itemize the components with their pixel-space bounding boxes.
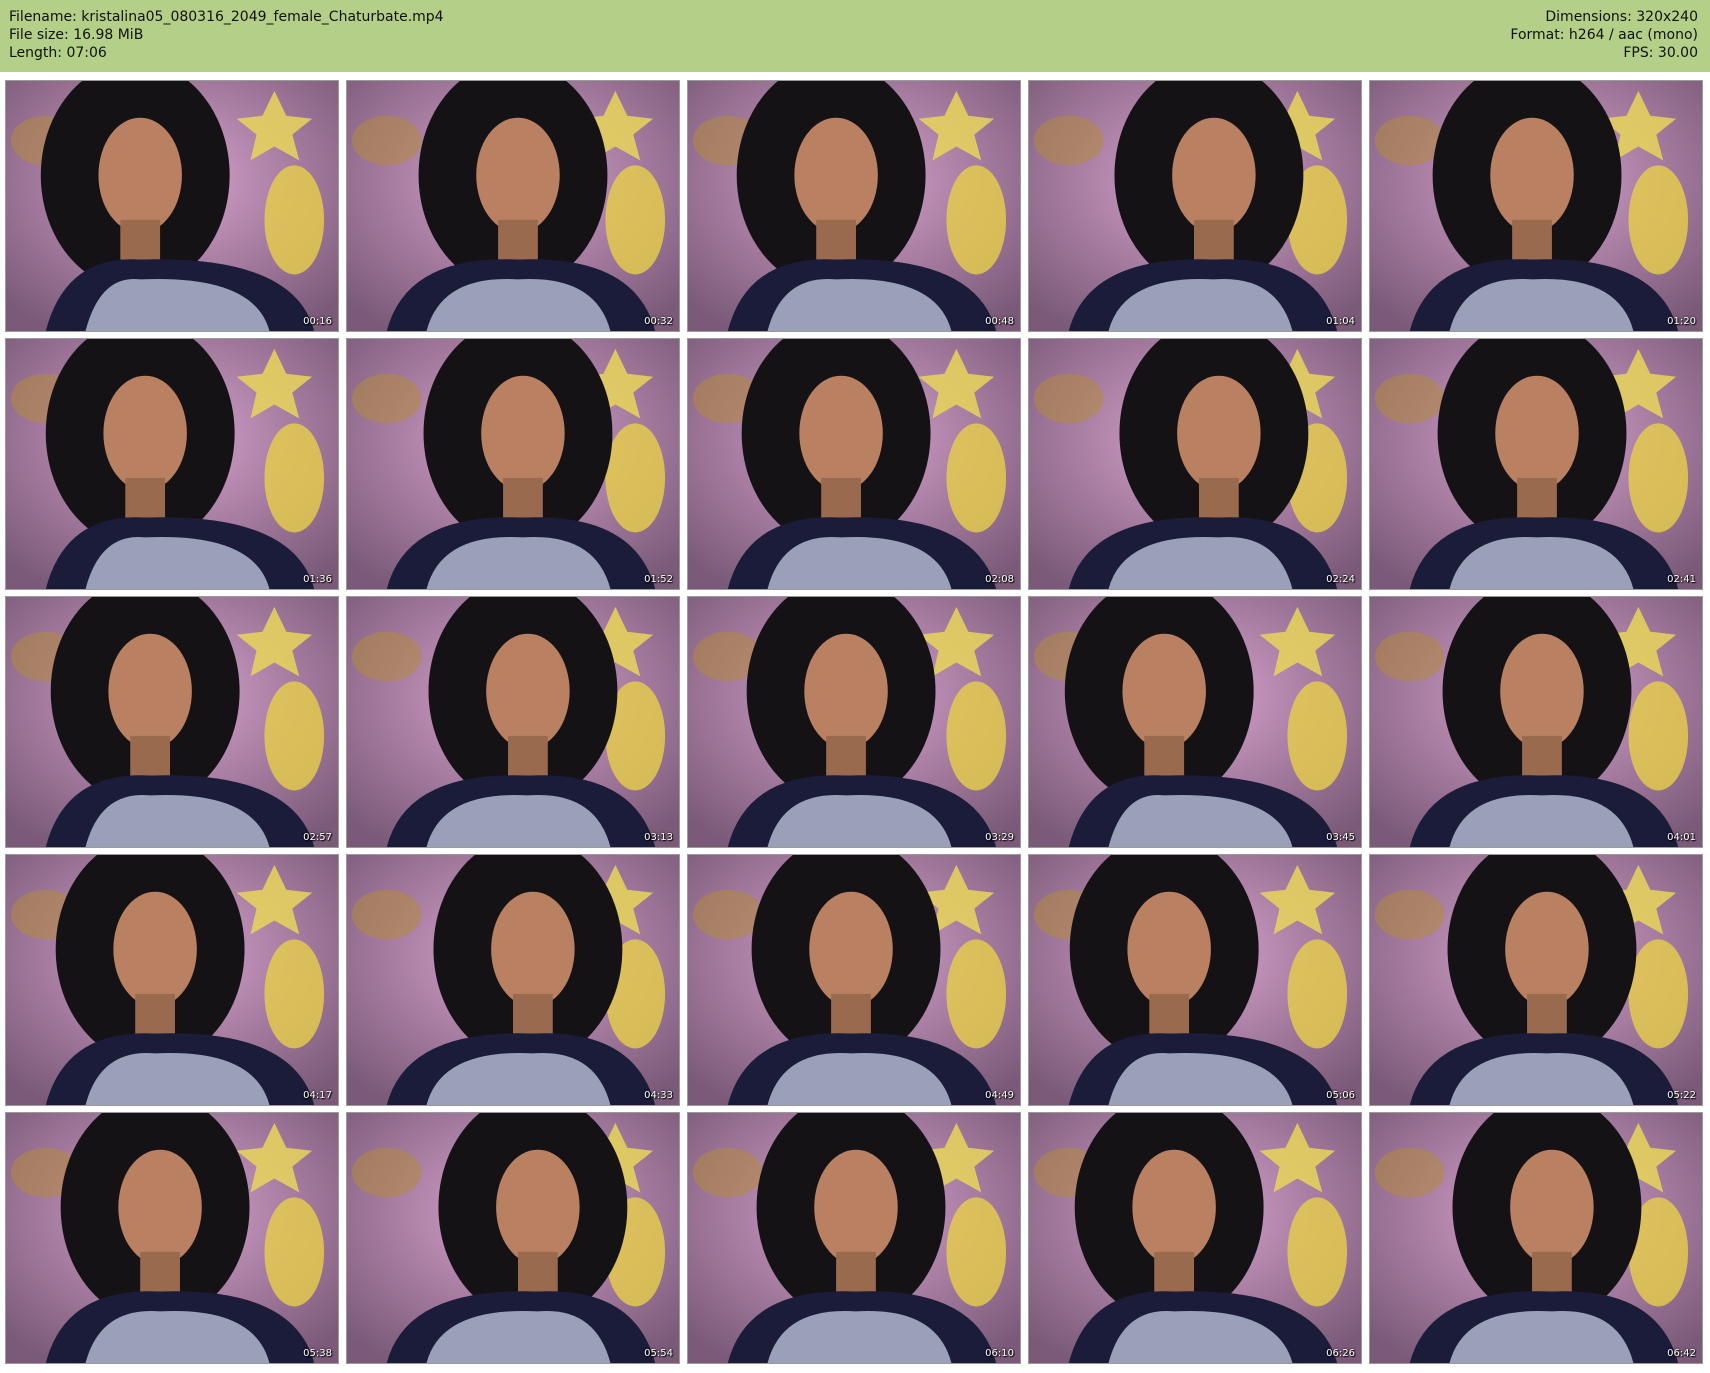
video-frame-image — [347, 855, 679, 1105]
thumbnail-timestamp: 06:26 — [1326, 1348, 1355, 1359]
file-size-text: File size: 16.98 MiB — [9, 27, 144, 43]
video-frame-image — [1370, 855, 1702, 1105]
thumbnail[interactable]: 00:32 — [346, 80, 680, 332]
thumbnail[interactable]: 04:33 — [346, 854, 680, 1106]
thumbnail-timestamp: 02:24 — [1326, 574, 1355, 585]
thumbnail-timestamp: 03:29 — [985, 832, 1014, 843]
thumbnail-timestamp: 04:33 — [644, 1090, 673, 1101]
video-frame-image — [1029, 597, 1361, 847]
thumbnail-timestamp: 06:10 — [985, 1348, 1014, 1359]
filename-text: Filename: kristalina05_080316_2049_femal… — [9, 9, 444, 25]
video-frame-image — [1029, 81, 1361, 331]
thumbnail-timestamp: 00:48 — [985, 316, 1014, 327]
length-text: Length: 07:06 — [9, 45, 107, 61]
video-frame-image — [347, 1113, 679, 1363]
thumbnail[interactable]: 01:20 — [1369, 80, 1703, 332]
thumbnail[interactable]: 03:13 — [346, 596, 680, 848]
thumbnail-timestamp: 02:41 — [1667, 574, 1696, 585]
thumbnail-timestamp: 03:13 — [644, 832, 673, 843]
video-frame-image — [6, 339, 338, 589]
thumbnail[interactable]: 02:24 — [1028, 338, 1362, 590]
video-frame-image — [6, 597, 338, 847]
thumbnail[interactable]: 03:29 — [687, 596, 1021, 848]
thumbnail[interactable]: 05:54 — [346, 1112, 680, 1364]
thumbnail-timestamp: 04:01 — [1667, 832, 1696, 843]
thumbnail[interactable]: 04:49 — [687, 854, 1021, 1106]
video-frame-image — [688, 81, 1020, 331]
thumbnail[interactable]: 06:42 — [1369, 1112, 1703, 1364]
dimensions-text: Dimensions: 320x240 — [1545, 9, 1698, 25]
thumbnail[interactable]: 05:06 — [1028, 854, 1362, 1106]
thumbnail-timestamp: 05:22 — [1667, 1090, 1696, 1101]
thumbnail[interactable]: 01:52 — [346, 338, 680, 590]
info-header: Filename: kristalina05_080316_2049_femal… — [0, 0, 1710, 72]
thumbnail[interactable]: 02:08 — [687, 338, 1021, 590]
video-frame-image — [688, 855, 1020, 1105]
thumbnail[interactable]: 06:26 — [1028, 1112, 1362, 1364]
thumbnail-timestamp: 01:52 — [644, 574, 673, 585]
video-frame-image — [1370, 339, 1702, 589]
thumbnail[interactable]: 02:41 — [1369, 338, 1703, 590]
thumbnail-timestamp: 03:45 — [1326, 832, 1355, 843]
format-text: Format: h264 / aac (mono) — [1510, 27, 1698, 43]
thumbnail[interactable]: 00:16 — [5, 80, 339, 332]
thumbnail-timestamp: 05:06 — [1326, 1090, 1355, 1101]
video-frame-image — [688, 597, 1020, 847]
thumbnail-grid: 00:16 00:32 00:48 01:04 01:20 01:36 01:52 02:08… — [0, 80, 1710, 1370]
thumbnail[interactable]: 05:38 — [5, 1112, 339, 1364]
file-info-right: Dimensions: 320x240 Format: h264 / aac (… — [1510, 8, 1698, 62]
thumbnail[interactable]: 04:17 — [5, 854, 339, 1106]
video-frame-image — [1370, 81, 1702, 331]
video-frame-image — [347, 339, 679, 589]
thumbnail-timestamp: 04:49 — [985, 1090, 1014, 1101]
video-frame-image — [347, 81, 679, 331]
video-frame-image — [1370, 1113, 1702, 1363]
thumbnail-timestamp: 05:54 — [644, 1348, 673, 1359]
thumbnail-timestamp: 01:36 — [303, 574, 332, 585]
video-frame-image — [1370, 597, 1702, 847]
video-frame-image — [347, 597, 679, 847]
thumbnail-timestamp: 02:08 — [985, 574, 1014, 585]
thumbnail-timestamp: 00:16 — [303, 316, 332, 327]
thumbnail[interactable]: 01:36 — [5, 338, 339, 590]
thumbnail-timestamp: 04:17 — [303, 1090, 332, 1101]
fps-text: FPS: 30.00 — [1623, 45, 1698, 61]
video-frame-image — [6, 855, 338, 1105]
video-frame-image — [6, 1113, 338, 1363]
video-frame-image — [688, 339, 1020, 589]
thumbnail-timestamp: 01:04 — [1326, 316, 1355, 327]
thumbnail[interactable]: 05:22 — [1369, 854, 1703, 1106]
thumbnail[interactable]: 01:04 — [1028, 80, 1362, 332]
video-frame-image — [1029, 855, 1361, 1105]
video-frame-image — [6, 81, 338, 331]
thumbnail[interactable]: 06:10 — [687, 1112, 1021, 1364]
video-frame-image — [688, 1113, 1020, 1363]
thumbnail[interactable]: 04:01 — [1369, 596, 1703, 848]
thumbnail-timestamp: 00:32 — [644, 316, 673, 327]
video-frame-image — [1029, 339, 1361, 589]
thumbnail-timestamp: 01:20 — [1667, 316, 1696, 327]
file-info-left: Filename: kristalina05_080316_2049_femal… — [9, 8, 444, 62]
thumbnail[interactable]: 03:45 — [1028, 596, 1362, 848]
thumbnail-timestamp: 06:42 — [1667, 1348, 1696, 1359]
thumbnail-timestamp: 02:57 — [303, 832, 332, 843]
thumbnail-timestamp: 05:38 — [303, 1348, 332, 1359]
thumbnail[interactable]: 02:57 — [5, 596, 339, 848]
thumbnail[interactable]: 00:48 — [687, 80, 1021, 332]
video-frame-image — [1029, 1113, 1361, 1363]
